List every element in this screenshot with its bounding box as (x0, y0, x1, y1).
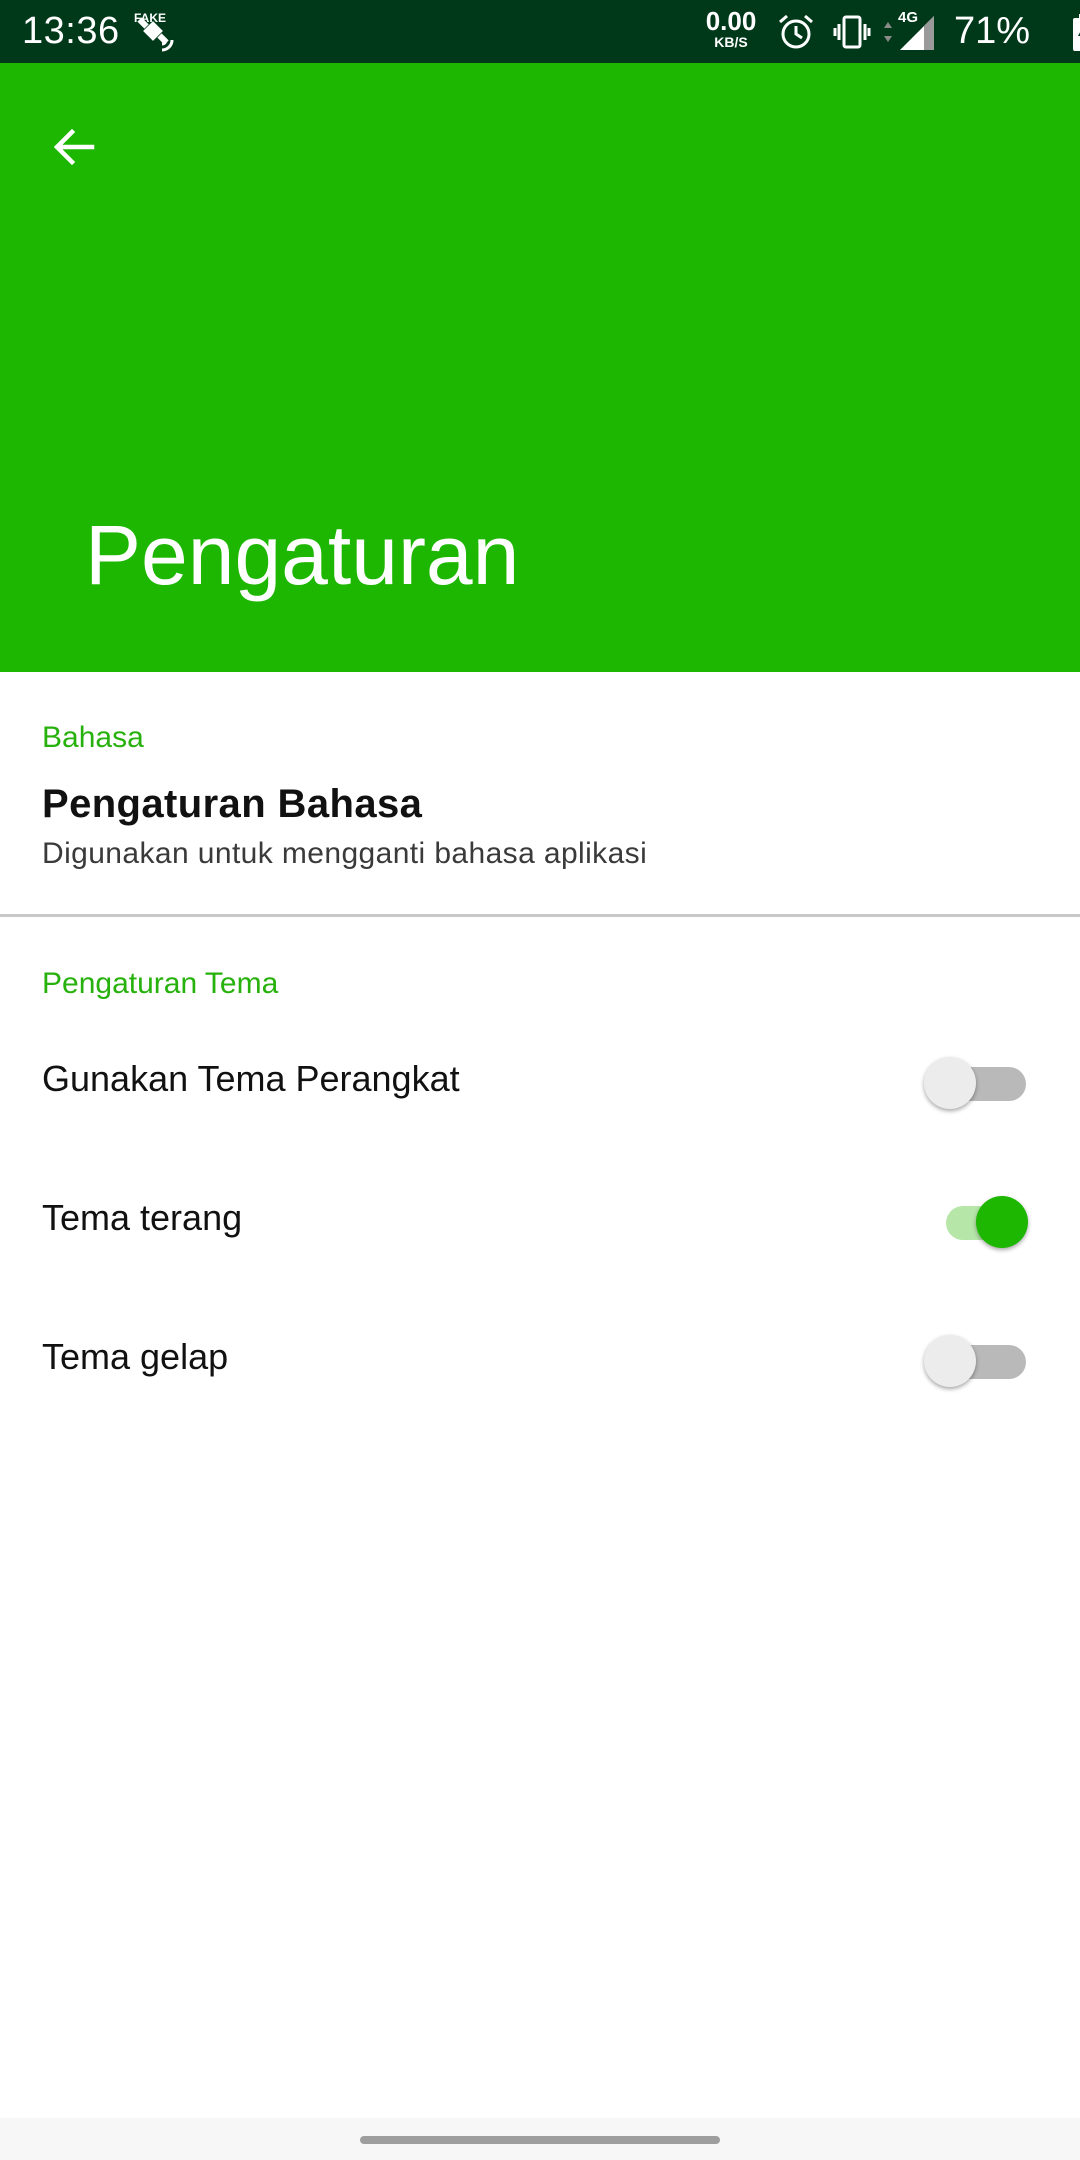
switch-thumb (976, 1196, 1028, 1248)
vibrate-icon (833, 15, 871, 49)
switch-thumb (924, 1335, 976, 1387)
battery-percent: 71% (954, 10, 1031, 52)
home-gesture-handle[interactable] (360, 2136, 720, 2144)
page-title: Pengaturan (85, 508, 520, 602)
device-theme-switch[interactable] (920, 1057, 1032, 1109)
switch-label: Tema gelap (42, 1336, 229, 1377)
navigation-bar (0, 2118, 1080, 2160)
alarm-icon (779, 14, 813, 49)
status-bar: 13:36 FAKE 0.00 KB/S 4G 71% (0, 0, 1080, 63)
switch-label: Tema terang (42, 1197, 243, 1238)
back-button[interactable] (34, 107, 114, 187)
network-speed-value: 0.00 (705, 6, 757, 36)
section-header-theme: Pengaturan Tema (42, 967, 279, 1000)
network-speed: 0.00 KB/S (700, 8, 762, 50)
network-speed-unit: KB/S (714, 34, 748, 50)
section-divider (0, 914, 1080, 917)
switch-row-dark-theme[interactable]: Tema gelap (0, 1291, 1080, 1430)
light-theme-switch[interactable] (920, 1196, 1032, 1248)
language-settings-title: Pengaturan Bahasa (42, 782, 423, 826)
fake-gps-label: FAKE (134, 11, 167, 25)
switch-label: Gunakan Tema Perangkat (42, 1058, 460, 1099)
arrow-left-icon (53, 128, 95, 166)
app-bar: Pengaturan (0, 63, 1080, 672)
language-settings-summary: Digunakan untuk mengganti bahasa aplikas… (42, 837, 648, 870)
switch-thumb (924, 1057, 976, 1109)
dark-theme-switch[interactable] (920, 1335, 1032, 1387)
network-type-label: 4G (898, 9, 919, 26)
battery-charging-icon (1073, 14, 1080, 51)
switch-row-device-theme[interactable]: Gunakan Tema Perangkat (0, 1013, 1080, 1152)
switch-row-light-theme[interactable]: Tema terang (0, 1152, 1080, 1291)
status-time: 13:36 (22, 10, 120, 52)
